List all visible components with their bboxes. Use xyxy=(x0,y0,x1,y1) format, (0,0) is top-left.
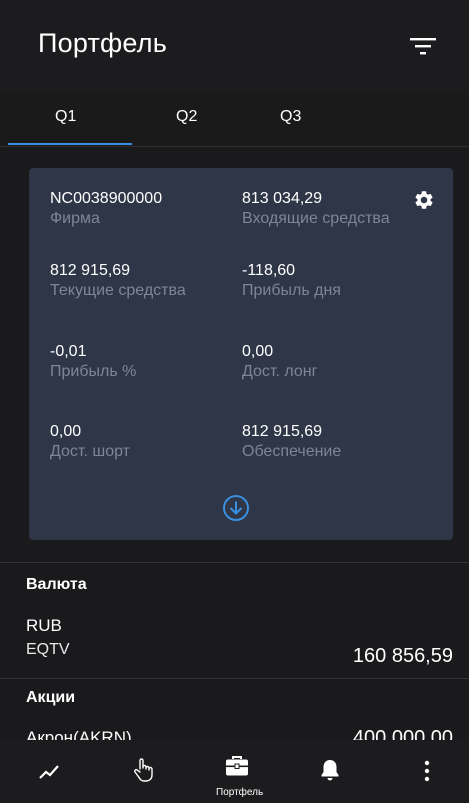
currency-name[interactable]: RUB xyxy=(26,616,62,636)
profit-percent-label: Прибыль % xyxy=(50,363,137,380)
nav-more[interactable] xyxy=(376,741,469,803)
incoming-funds-field: 813 034,29 Входящие средства xyxy=(242,190,390,228)
nav-portfolio-label: Портфель xyxy=(216,787,264,798)
currency-subaccount: EQTV xyxy=(26,641,70,658)
bell-icon xyxy=(321,760,339,781)
arrow-down-circle-icon[interactable] xyxy=(222,494,250,522)
collateral-label: Обеспечение xyxy=(242,443,342,460)
tab-q3[interactable]: Q3 xyxy=(280,108,301,126)
active-tab-indicator xyxy=(8,143,132,145)
briefcase-icon xyxy=(226,756,248,776)
chart-line-icon xyxy=(39,765,59,779)
avail-short-value: 0,00 xyxy=(50,423,82,440)
nav-charts[interactable] xyxy=(0,741,94,803)
firm-label: Фирма xyxy=(50,210,100,227)
firm-value: NC0038900000 xyxy=(50,190,163,207)
page-title: Портфель xyxy=(38,28,167,58)
bottom-navigation: Портфель xyxy=(0,741,469,803)
collateral-field: 812 915,69 Обеспечение xyxy=(242,423,341,461)
avail-short-field: 0,00 Дост. шорт xyxy=(50,423,130,461)
profit-percent-field: -0,01 Прибыль % xyxy=(50,343,136,381)
avail-short-label: Дост. шорт xyxy=(50,443,130,460)
current-funds-value: 812 915,69 xyxy=(50,262,131,279)
account-summary-card: NC0038900000 Фирма 813 034,29 Входящие с… xyxy=(29,168,453,540)
stock-row[interactable]: Акрон(AKRN) 400 000,00 xyxy=(0,724,469,740)
avail-long-field: 0,00 Дост. лонг xyxy=(242,343,317,381)
section-divider xyxy=(0,562,469,563)
current-funds-field: 812 915,69 Текущие средства xyxy=(50,262,186,300)
incoming-funds-value: 813 034,29 xyxy=(242,190,323,207)
gear-icon[interactable] xyxy=(413,189,435,211)
section-divider xyxy=(0,678,469,679)
collateral-value: 812 915,69 xyxy=(242,423,323,440)
account-tabs: Q1 Q2 Q3 xyxy=(0,94,469,147)
day-profit-value: -118,60 xyxy=(242,262,296,279)
day-profit-field: -118,60 Прибыль дня xyxy=(242,262,341,300)
stocks-section-title: Акции xyxy=(26,689,76,706)
currency-value: 160 856,59 xyxy=(352,645,453,667)
avail-long-label: Дост. лонг xyxy=(242,363,318,380)
stock-name: Акрон(AKRN) xyxy=(26,728,132,740)
firm-field: NC0038900000 Фирма xyxy=(50,190,162,228)
tab-q1[interactable]: Q1 xyxy=(55,108,76,126)
tab-q2[interactable]: Q2 xyxy=(176,108,197,126)
incoming-funds-label: Входящие средства xyxy=(242,210,390,227)
app-header: Портфель xyxy=(0,0,469,94)
currency-section-title: Валюта xyxy=(26,576,87,593)
nav-trade[interactable] xyxy=(94,741,188,803)
avail-long-value: 0,00 xyxy=(242,343,274,360)
profit-percent-value: -0,01 xyxy=(50,343,87,360)
stock-value: 400 000,00 xyxy=(352,727,453,740)
current-funds-label: Текущие средства xyxy=(50,282,186,299)
hand-pointer-icon xyxy=(134,758,153,782)
more-vertical-icon xyxy=(424,760,430,782)
nav-alerts[interactable] xyxy=(282,741,376,803)
day-profit-label: Прибыль дня xyxy=(242,282,341,299)
filter-icon[interactable] xyxy=(410,36,436,56)
